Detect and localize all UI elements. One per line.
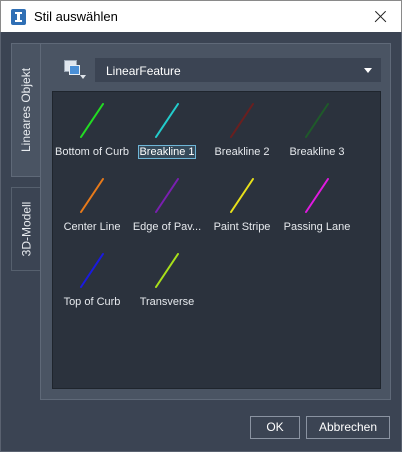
style-front-icon [69,65,80,75]
style-item-label: Passing Lane [283,221,351,233]
window-title: Stil auswählen [34,9,118,24]
line-style-icon [155,178,179,213]
style-item[interactable]: Paint Stripe [204,170,280,240]
close-button[interactable] [365,4,395,30]
style-item[interactable]: Breakline 2 [204,95,280,165]
style-item-label: Breakline 2 [214,146,270,158]
style-item-label: Center Line [63,221,121,233]
style-item[interactable]: Breakline 1 [129,95,205,165]
style-item-label: Top of Curb [63,296,121,308]
style-item[interactable]: Breakline 3 [279,95,355,165]
style-item-label: Paint Stripe [213,221,271,233]
line-style-icon [80,178,104,213]
line-style-icon [80,253,104,288]
style-item-label: Transverse [139,296,195,308]
style-item[interactable]: Edge of Pav... [129,170,205,240]
line-style-icon [230,178,254,213]
style-item[interactable]: Passing Lane [279,170,355,240]
style-item[interactable]: Top of Curb [54,245,130,315]
style-item[interactable]: Bottom of Curb [54,95,130,165]
style-item-label: Edge of Pav... [132,221,202,233]
dialog-body: Lineares Objekt 3D-Modell LinearFeature … [0,32,402,452]
cancel-button[interactable]: Abbrechen [306,416,390,439]
tab-lineares-objekt[interactable]: Lineares Objekt [11,43,41,177]
style-item-label: Breakline 1 [138,145,196,159]
app-icon [11,9,26,25]
title-bar: Stil auswählen [0,0,402,32]
ok-button[interactable]: OK [250,416,300,439]
tab-3d-modell[interactable]: 3D-Modell [11,187,41,271]
style-icon-button[interactable] [61,57,89,83]
style-dropdown-value: LinearFeature [106,64,181,78]
style-gallery: Bottom of Curb Breakline 1 Breakline 2 Brea… [52,91,381,389]
style-item-label: Breakline 3 [289,146,345,158]
line-style-icon [305,178,329,213]
line-style-icon [155,253,179,288]
chevron-down-icon [80,75,86,79]
line-style-icon [230,103,254,138]
style-item[interactable]: Transverse [129,245,205,315]
line-style-icon [305,103,329,138]
line-style-icon [80,103,104,138]
line-style-icon [155,103,179,138]
style-item-label: Bottom of Curb [55,146,129,158]
chevron-down-icon [364,68,372,73]
tab-label: 3D-Modell [19,201,33,257]
style-dropdown[interactable]: LinearFeature [95,58,381,82]
style-item[interactable]: Center Line [54,170,130,240]
tab-label: Lineares Objekt [19,67,34,153]
tab-panel: LinearFeature Bottom of Curb Breakline 1B… [40,43,391,400]
